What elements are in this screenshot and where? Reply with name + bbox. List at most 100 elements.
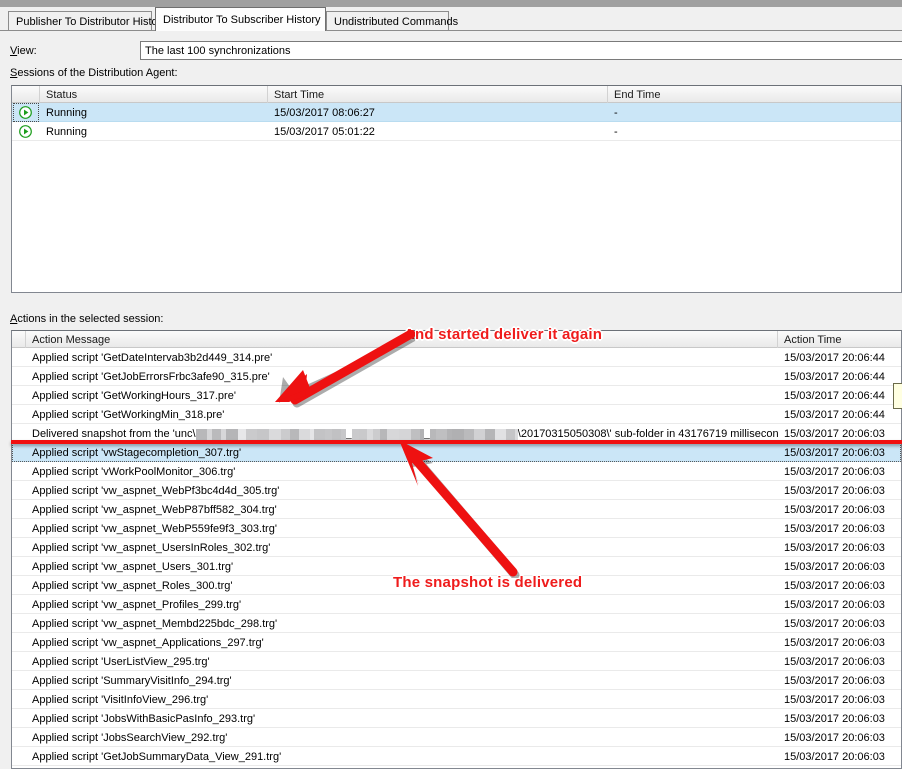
action-time: 15/03/2017 20:06:03 <box>784 523 885 535</box>
tab-label: Undistributed Commands <box>334 16 459 28</box>
actions-col-action-message-label: Action Message <box>32 334 111 346</box>
action-message: Applied script 'vwStagecompletion_307.tr… <box>32 447 242 459</box>
window-top-strip <box>0 0 902 7</box>
redacted-text <box>351 429 424 440</box>
action-message: Applied script 'JobsWithBasicPasInfo_293… <box>32 713 256 725</box>
action-time: 15/03/2017 20:06:03 <box>784 466 885 478</box>
table-row[interactable]: Applied script 'vwStagecompletion_307.tr… <box>12 443 901 462</box>
table-row[interactable]: Applied script 'GetJobErrorsFrbc3afe90_3… <box>12 367 901 386</box>
tab-strip: Publisher To Distributor History Distrib… <box>0 7 902 31</box>
tab-label: Publisher To Distributor History <box>16 16 167 28</box>
tooltip-sliver <box>893 383 902 409</box>
table-row[interactable]: Applied script 'vw_aspnet_Profiles_299.t… <box>12 595 901 614</box>
view-select[interactable]: The last 100 synchronizations <box>140 41 902 60</box>
action-time: 15/03/2017 20:06:03 <box>784 751 885 763</box>
actions-col-action-message[interactable]: Action Message <box>26 331 778 348</box>
table-row[interactable]: Applied script 'vw_aspnet_Membd225bdc_29… <box>12 614 901 633</box>
sessions-col-indicator[interactable] <box>12 86 40 103</box>
view-label-rest: iew: <box>17 45 37 57</box>
tab-undistributed-commands[interactable]: Undistributed Commands <box>326 11 458 31</box>
table-row[interactable]: Applied script 'vw_aspnet_WebP87bff582_3… <box>12 500 901 519</box>
tab-publisher-to-distributor-history[interactable]: Publisher To Distributor History <box>8 11 167 31</box>
table-row[interactable]: Applied script 'vw_aspnet_Applications_2… <box>12 633 901 652</box>
table-row[interactable]: Applied script 'vWorkPoolMonitor_306.trg… <box>12 462 901 481</box>
sessions-col-status[interactable]: Status <box>40 86 268 103</box>
session-end-time: - <box>614 107 618 119</box>
action-message: Applied script 'GetWorkingMin_318.pre' <box>32 409 225 421</box>
table-row[interactable]: Running 15/03/2017 08:06:27 - <box>12 103 901 122</box>
sessions-group-label: Sessions of the Distribution Agent: <box>10 67 178 79</box>
action-time: 15/03/2017 20:06:44 <box>784 409 885 421</box>
table-row[interactable]: Applied script 'vw_aspnet_WebP559fe9f3_3… <box>12 519 901 538</box>
action-message: Applied script 'vw_aspnet_Profiles_299.t… <box>32 599 242 611</box>
action-time: 15/03/2017 20:06:03 <box>784 542 885 554</box>
action-time: 15/03/2017 20:06:44 <box>784 371 885 383</box>
sessions-col-end-time-label: End Time <box>614 89 661 101</box>
table-row[interactable]: Applied script 'vw_aspnet_WebPf3bc4d4d_3… <box>12 481 901 500</box>
actions-group-label: Actions in the selected session: <box>10 313 163 325</box>
table-row[interactable]: Applied script 'GetWorkingHours_317.pre'… <box>12 386 901 405</box>
table-row[interactable]: Applied script 'SummaryVisitInfo_294.trg… <box>12 671 901 690</box>
tab-label: Distributor To Subscriber History <box>163 14 321 26</box>
sessions-grid[interactable]: Status Start Time End Time Running 15/03… <box>11 85 902 293</box>
running-play-icon <box>19 125 32 138</box>
session-status: Running <box>46 107 87 119</box>
actions-col-action-time[interactable]: Action Time <box>778 331 901 348</box>
table-row[interactable]: Applied script 'GetJobSummaryData_View_2… <box>12 747 901 766</box>
actions-col-action-time-label: Action Time <box>784 334 842 346</box>
action-time: 15/03/2017 20:06:03 <box>784 656 885 668</box>
action-time: 15/03/2017 20:06:03 <box>784 694 885 706</box>
action-time: 15/03/2017 20:06:03 <box>784 561 885 573</box>
action-message: Applied script 'vw_aspnet_WebP559fe9f3_3… <box>32 523 277 535</box>
table-row[interactable]: Applied script 'JobsSearchView_292.trg' 1… <box>12 728 901 747</box>
table-row[interactable]: Applied script 'JobsWithBasicPasInfo_293… <box>12 709 901 728</box>
view-label: View: <box>10 45 37 57</box>
sessions-col-start-time-label: Start Time <box>274 89 325 101</box>
table-row[interactable]: Applied script 'GetDateIntervab3b2d449_3… <box>12 348 901 367</box>
table-row[interactable]: Applied script 'vw_aspnet_UsersInRoles_3… <box>12 538 901 557</box>
action-message: Applied script 'vw_aspnet_UsersInRoles_3… <box>32 542 271 554</box>
actions-grid[interactable]: Action Message Action Time Applied scrip… <box>11 330 902 769</box>
action-time: 15/03/2017 20:06:03 <box>784 618 885 630</box>
action-message: Applied script 'vw_aspnet_WebP87bff582_3… <box>32 504 277 516</box>
action-time: 15/03/2017 20:06:44 <box>784 352 885 364</box>
actions-grid-body: Applied script 'GetDateIntervab3b2d449_3… <box>12 348 901 766</box>
table-row[interactable]: Running 15/03/2017 05:01:22 - <box>12 122 901 141</box>
table-row[interactable]: Applied script 'VisitInfoView_296.trg' 15… <box>12 690 901 709</box>
action-message: Applied script 'GetJobErrorsFrbc3afe90_3… <box>32 371 270 383</box>
view-select-value: The last 100 synchronizations <box>145 45 291 57</box>
running-play-icon <box>19 106 32 119</box>
action-time: 15/03/2017 20:06:03 <box>784 675 885 687</box>
sessions-col-status-label: Status <box>46 89 78 101</box>
action-message: Applied script 'GetJobSummaryData_View_2… <box>32 751 282 763</box>
action-message: Applied script 'vWorkPoolMonitor_306.trg… <box>32 466 236 478</box>
session-start-time: 15/03/2017 08:06:27 <box>274 107 375 119</box>
action-message: Applied script 'vw_aspnet_Membd225bdc_29… <box>32 618 278 630</box>
action-time: 15/03/2017 20:06:03 <box>784 713 885 725</box>
table-row[interactable]: Applied script 'UserListView_295.trg' 15/… <box>12 652 901 671</box>
action-message: Applied script 'UserListView_295.trg' <box>32 656 210 668</box>
tab-distributor-to-subscriber-history[interactable]: Distributor To Subscriber History <box>155 7 326 31</box>
sessions-col-end-time[interactable]: End Time <box>608 86 901 103</box>
action-message: Applied script 'GetDateIntervab3b2d449_3… <box>32 352 273 364</box>
action-time: 15/03/2017 20:06:03 <box>784 504 885 516</box>
action-time: 15/03/2017 20:06:03 <box>784 580 885 592</box>
session-start-time: 15/03/2017 05:01:22 <box>274 126 375 138</box>
table-row[interactable]: Applied script 'GetWorkingMin_318.pre' 15… <box>12 405 901 424</box>
action-message: Applied script 'JobsSearchView_292.trg' <box>32 732 228 744</box>
sessions-group-label-rest: essions of the Distribution Agent: <box>17 67 178 79</box>
action-time: 15/03/2017 20:06:03 <box>784 447 885 459</box>
actions-col-indicator[interactable] <box>12 331 26 348</box>
action-time: 15/03/2017 20:06:03 <box>784 637 885 649</box>
session-status: Running <box>46 126 87 138</box>
tooltip-sliver-text <box>894 384 902 386</box>
sessions-col-start-time[interactable]: Start Time <box>268 86 608 103</box>
action-message: Applied script 'vw_aspnet_WebPf3bc4d4d_3… <box>32 485 280 497</box>
redacted-text <box>429 429 518 440</box>
action-time: 15/03/2017 20:06:03 <box>784 485 885 497</box>
annotation-top-text: And started deliver it again <box>404 326 603 343</box>
action-message: Applied script 'SummaryVisitInfo_294.trg… <box>32 675 232 687</box>
tab-underline <box>0 30 902 31</box>
action-time: 15/03/2017 20:06:03 <box>784 732 885 744</box>
annotation-underline <box>11 440 902 444</box>
